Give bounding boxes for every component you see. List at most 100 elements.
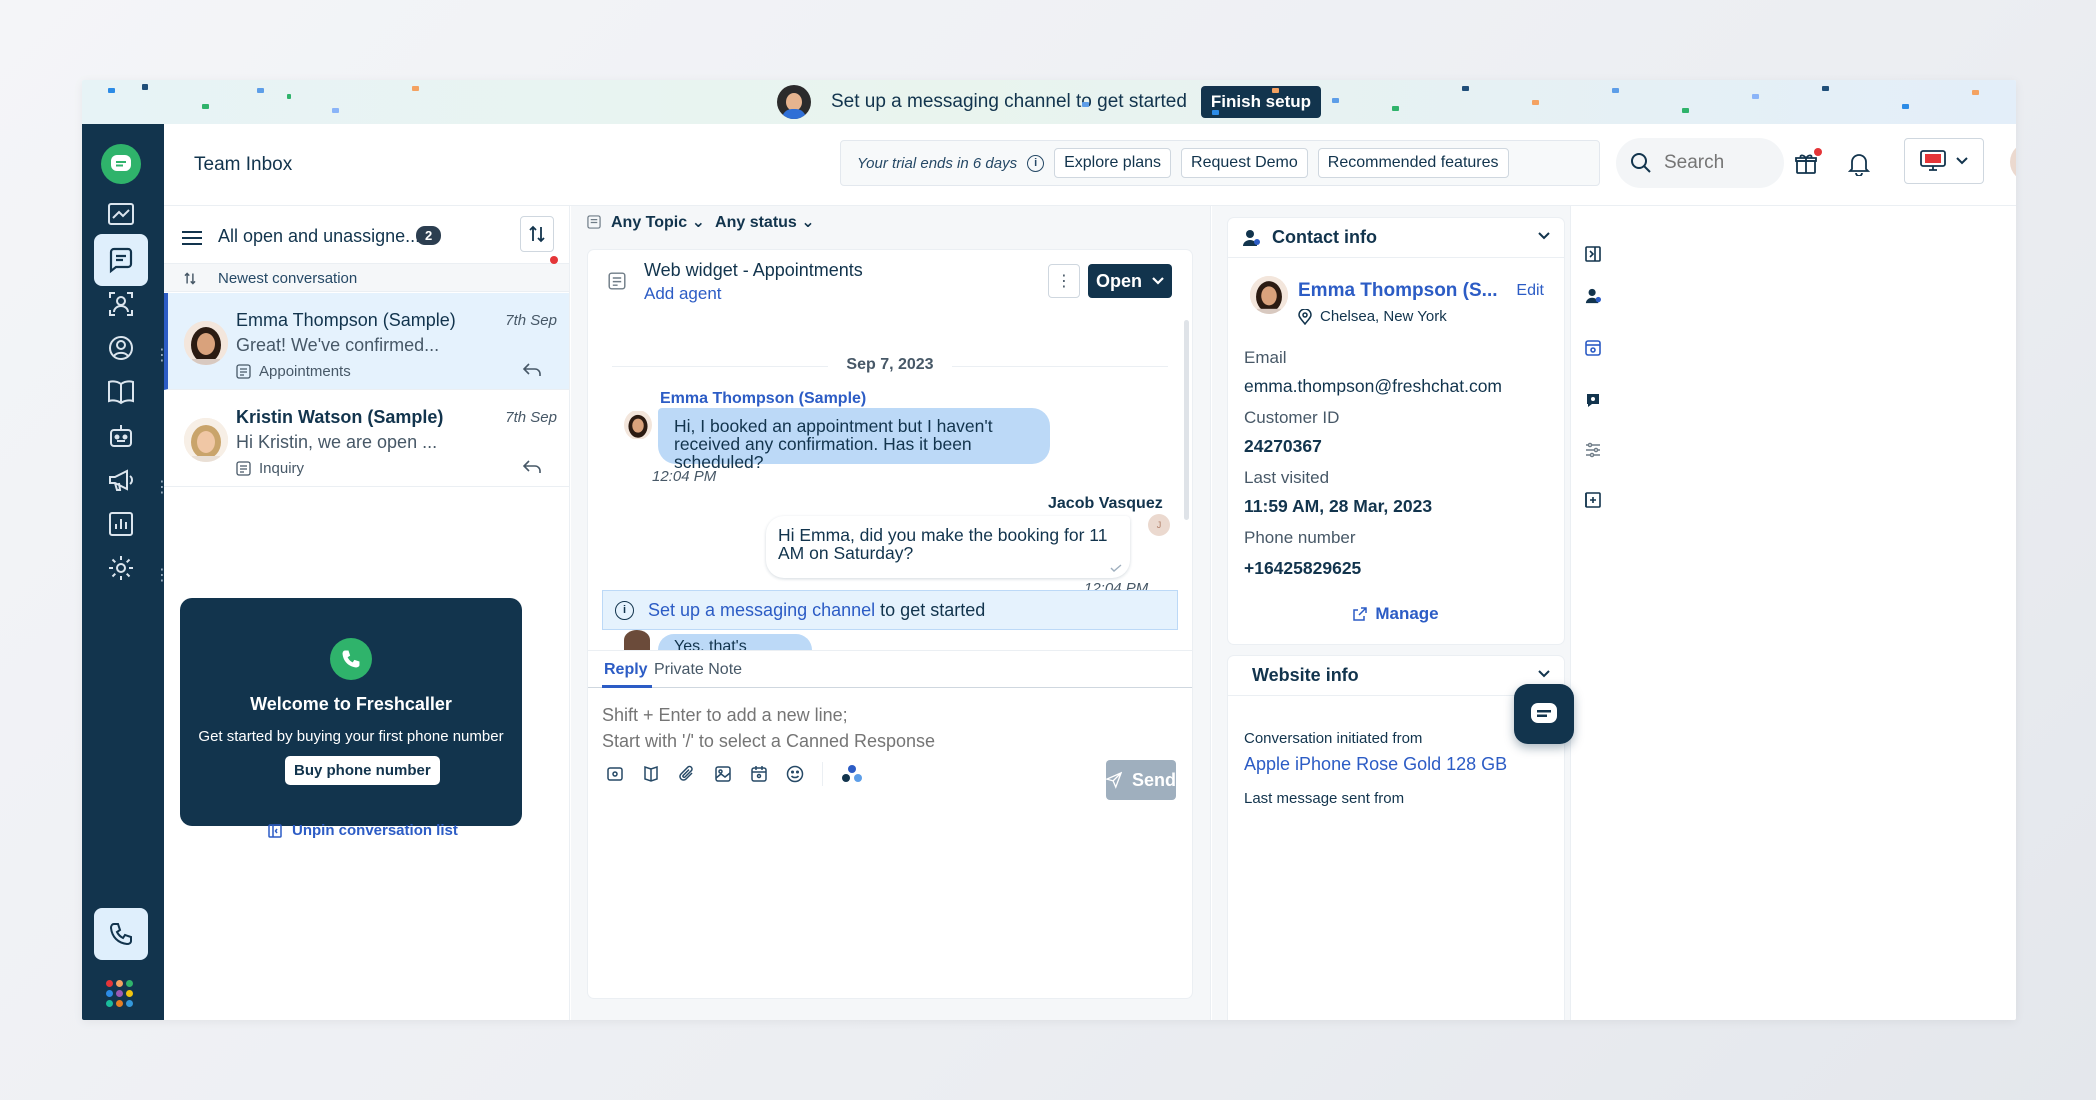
sort-button[interactable] — [520, 216, 554, 252]
freddy-ai-icon[interactable] — [841, 764, 863, 784]
send-plane-icon — [1106, 771, 1122, 789]
right-icon-rail — [1570, 206, 1616, 1020]
conversation-item[interactable]: Emma Thompson (Sample) 7th Sep Great! We… — [164, 293, 569, 390]
last-message-label: Last message sent from — [1244, 790, 1405, 807]
app-window: Set up a messaging channel to get starte… — [82, 80, 2016, 1020]
banner-avatar — [776, 85, 811, 119]
sort-arrows-icon — [184, 272, 196, 285]
collapse-panel-icon[interactable] — [1585, 246, 1601, 262]
manage-contact-link[interactable]: Manage — [1228, 604, 1564, 624]
apps-grid-icon[interactable] — [106, 980, 133, 1007]
canned-response-icon[interactable] — [606, 765, 624, 783]
view-filter-label[interactable]: All open and unassigne... — [218, 226, 420, 247]
hamburger-menu-icon[interactable] — [182, 230, 202, 246]
initiated-from-link[interactable]: Apple iPhone Rose Gold 128 GB — [1244, 754, 1507, 775]
info-icon[interactable]: i — [1027, 154, 1045, 172]
last-visited-label: Last visited — [1244, 468, 1330, 487]
customer-id-value: 24270367 — [1244, 436, 1322, 456]
sort-arrows-icon — [529, 225, 545, 243]
dashboard-icon[interactable] — [94, 188, 148, 240]
image-icon[interactable] — [714, 765, 732, 783]
unpin-conversation-list-link[interactable]: Unpin conversation list — [268, 822, 458, 839]
trial-bar: Your trial ends in 6 days i Explore plan… — [840, 140, 1600, 186]
banner-text: Set up a messaging channel to get starte… — [830, 91, 1187, 112]
website-info-icon[interactable] — [1585, 340, 1601, 356]
recommended-features-button[interactable]: Recommended features — [1317, 148, 1509, 178]
send-button[interactable]: Send — [1106, 760, 1176, 800]
gift-icon[interactable] — [1794, 152, 1818, 176]
reply-tabs: Reply Private Note — [588, 650, 1192, 688]
contact-icon — [1243, 229, 1260, 246]
contact-info-card: Contact info Emma Thompson (S... Edit Ch… — [1228, 218, 1564, 644]
emoji-icon[interactable] — [786, 765, 804, 783]
filter-row: All open and unassigne... 2 — [164, 206, 569, 264]
search-box[interactable] — [1616, 138, 1784, 188]
topic-icon — [587, 215, 601, 229]
chevron-down-icon — [1956, 157, 1968, 165]
customer-id-label: Customer ID — [1244, 408, 1340, 427]
edit-contact-link[interactable]: Edit — [1516, 282, 1544, 300]
add-agent-link[interactable]: Add agent — [644, 284, 722, 304]
topic-filter[interactable]: Any Topic ⌄ — [611, 212, 705, 232]
status-open-button[interactable]: Open — [1088, 264, 1172, 298]
buy-phone-number-button[interactable]: Buy phone number — [285, 756, 440, 785]
external-link-icon — [1353, 607, 1368, 621]
conversation-item[interactable]: Kristin Watson (Sample) 7th Sep Hi Krist… — [164, 390, 569, 487]
conversation-history-icon[interactable] — [1585, 392, 1601, 408]
chat-widget-button[interactable] — [1514, 684, 1574, 744]
agent-avatar: J — [1148, 514, 1170, 536]
user-avatar[interactable]: J — [2010, 142, 2016, 182]
toolbar-divider — [822, 762, 823, 786]
conversation-count-badge: 2 — [416, 226, 442, 245]
unpin-label: Unpin conversation list — [292, 822, 458, 839]
phone-icon[interactable] — [94, 908, 148, 960]
calendar-icon[interactable] — [750, 765, 768, 783]
contact-avatar — [184, 321, 228, 365]
reply-arrow-icon — [523, 460, 541, 473]
contact-info-icon[interactable] — [1585, 288, 1601, 304]
tab-private-note[interactable]: Private Note — [654, 661, 742, 679]
tag-label: Appointments — [259, 363, 351, 380]
filters-sliders-icon[interactable] — [1585, 442, 1601, 458]
outgoing-message: Hi Emma, did you make the booking for 11… — [766, 516, 1130, 578]
chat-scrollbar[interactable] — [1184, 320, 1189, 520]
freshchat-logo-icon[interactable] — [101, 144, 141, 184]
manage-label: Manage — [1375, 604, 1439, 623]
request-demo-button[interactable]: Request Demo — [1181, 148, 1308, 178]
website-info-header[interactable]: Website info — [1228, 656, 1564, 696]
trial-text: Your trial ends in 6 days — [857, 154, 1018, 172]
tab-reply[interactable]: Reply — [604, 661, 648, 679]
freshcaller-card: Welcome to Freshcaller Get started by bu… — [180, 598, 522, 826]
explore-plans-button[interactable]: Explore plans — [1054, 148, 1172, 178]
contact-name[interactable]: Emma Thompson (S... — [1298, 280, 1498, 302]
monitor-icon — [1920, 150, 1946, 171]
screen-share-button[interactable] — [1904, 138, 1984, 184]
sort-row[interactable]: Newest conversation — [164, 264, 569, 292]
freshcaller-subtitle: Get started by buying your first phone n… — [198, 728, 504, 745]
attachment-icon[interactable] — [678, 765, 696, 783]
reply-composer[interactable] — [602, 702, 1178, 762]
customer-avatar — [624, 630, 650, 650]
tag-label: Inquiry — [259, 460, 305, 477]
reply-arrow-icon — [523, 363, 541, 376]
more-options-button[interactable]: ⋮ — [1048, 264, 1080, 298]
location-pin-icon — [1298, 308, 1312, 325]
chevron-down-icon[interactable] — [1538, 232, 1550, 240]
widget-icon — [236, 461, 251, 476]
active-tab-indicator — [602, 685, 652, 688]
add-app-icon[interactable] — [1585, 492, 1601, 508]
solution-article-icon[interactable] — [642, 765, 660, 783]
settings-gear-icon[interactable] — [94, 542, 148, 594]
setup-channel-link[interactable]: Set up a messaging channel — [648, 600, 875, 620]
search-input[interactable] — [1664, 152, 1764, 174]
chat-area: Any Topic ⌄ Any status ⌄ Web widget - Ap… — [571, 206, 1211, 1020]
bell-icon[interactable] — [1848, 152, 1870, 176]
contact-info-header[interactable]: Contact info — [1228, 218, 1564, 258]
email-label: Email — [1244, 348, 1287, 367]
search-icon — [1631, 153, 1651, 173]
chat-filters: Any Topic ⌄ Any status ⌄ — [587, 212, 815, 232]
chevron-down-icon[interactable] — [1538, 670, 1550, 678]
top-header: Team Inbox Your trial ends in 6 days i E… — [164, 124, 2016, 206]
conversation-title: Web widget - Appointments — [644, 260, 863, 280]
status-filter[interactable]: Any status ⌄ — [715, 212, 815, 232]
